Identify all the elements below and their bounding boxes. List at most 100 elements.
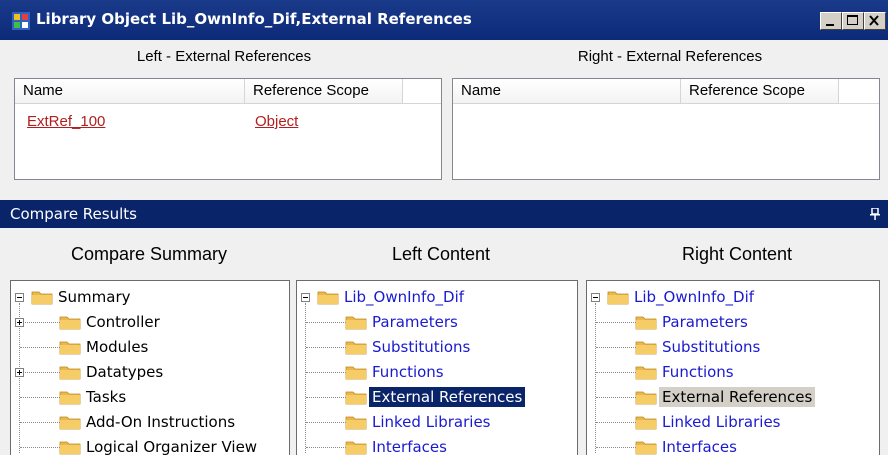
left-col-name[interactable]: Name bbox=[15, 79, 245, 103]
tree-connector bbox=[306, 447, 350, 449]
folder-icon bbox=[345, 341, 367, 355]
panel-separator bbox=[0, 180, 888, 198]
folder-icon bbox=[635, 316, 657, 330]
tree-connector bbox=[20, 397, 64, 399]
right-col-scope[interactable]: Reference Scope bbox=[681, 79, 839, 103]
folder-icon bbox=[345, 316, 367, 330]
tree-item-label: Controller bbox=[86, 313, 160, 331]
tree-connector bbox=[306, 372, 350, 374]
tree-item[interactable]: Functions bbox=[659, 360, 737, 384]
tree-item-label: Tasks bbox=[86, 388, 127, 406]
collapse-icon[interactable] bbox=[15, 293, 24, 302]
left-row-name[interactable]: ExtRef_100 bbox=[27, 113, 105, 130]
window-title: Library Object Lib_OwnInfo_Dif,External … bbox=[36, 10, 472, 28]
folder-icon bbox=[317, 291, 339, 305]
close-button[interactable] bbox=[864, 12, 886, 30]
tree-connector bbox=[20, 322, 64, 324]
tree-item[interactable]: Linked Libraries bbox=[369, 410, 493, 434]
compare-summary-heading: Compare Summary bbox=[70, 244, 228, 264]
expand-icon[interactable] bbox=[15, 368, 24, 377]
tree-connector bbox=[20, 347, 64, 349]
close-icon bbox=[869, 15, 879, 26]
folder-icon bbox=[59, 341, 81, 355]
pin-icon[interactable] bbox=[870, 208, 880, 220]
tree-item[interactable]: Datatypes bbox=[83, 360, 166, 384]
right-content-tree[interactable]: Lib_OwnInfo_Dif Parameters Substitutions Fu… bbox=[586, 280, 880, 455]
left-content-tree[interactable]: Lib_OwnInfo_Dif Parameters Substitutions Fu… bbox=[296, 280, 578, 455]
tree-item[interactable]: Linked Libraries bbox=[659, 410, 783, 434]
tree-item-label: Parameters bbox=[372, 313, 458, 331]
tree-item[interactable]: Interfaces bbox=[659, 435, 740, 455]
tree-item-label: Linked Libraries bbox=[662, 413, 781, 431]
folder-icon bbox=[59, 441, 81, 455]
tree-connector bbox=[20, 372, 64, 374]
tree-item[interactable]: External References bbox=[369, 385, 526, 409]
left-pane-caption: Left - External References bbox=[136, 48, 312, 65]
tree-item[interactable]: External References bbox=[659, 385, 816, 409]
collapse-icon[interactable] bbox=[591, 293, 600, 302]
tree-item[interactable]: Parameters bbox=[659, 310, 751, 334]
app-icon bbox=[12, 12, 30, 30]
tree-root-label: Lib_OwnInfo_Dif bbox=[634, 288, 755, 306]
tree-item[interactable]: Modules bbox=[83, 335, 151, 359]
tree-item[interactable]: Controller bbox=[83, 310, 163, 334]
tree-item-label: Functions bbox=[372, 363, 444, 381]
tree-item-label: Substitutions bbox=[662, 338, 761, 356]
tree-item[interactable]: Add-On Instructions bbox=[83, 410, 238, 434]
tree-root-node[interactable]: Lib_OwnInfo_Dif bbox=[631, 285, 757, 309]
tree-connector bbox=[306, 322, 350, 324]
folder-icon bbox=[59, 416, 81, 430]
folder-icon bbox=[59, 316, 81, 330]
tree-item-label: Modules bbox=[86, 338, 149, 356]
left-content-heading: Left Content bbox=[391, 244, 491, 264]
tree-item-label: Interfaces bbox=[372, 438, 447, 455]
minimize-button[interactable] bbox=[820, 12, 842, 30]
tree-root-label: Lib_OwnInfo_Dif bbox=[344, 288, 465, 306]
tree-item[interactable]: Tasks bbox=[83, 385, 129, 409]
folder-icon bbox=[59, 366, 81, 380]
folder-icon bbox=[345, 391, 367, 405]
tree-item-label: External References bbox=[659, 387, 816, 407]
tree-root-node[interactable]: Summary bbox=[55, 285, 134, 309]
right-pane-caption: Right - External References bbox=[577, 48, 763, 65]
collapse-icon[interactable] bbox=[301, 293, 310, 302]
tree-connector bbox=[596, 397, 640, 399]
left-references-list[interactable]: Name Reference Scope ExtRef_100 Object bbox=[14, 78, 442, 180]
right-references-list[interactable]: Name Reference Scope bbox=[452, 78, 880, 180]
maximize-button[interactable] bbox=[842, 12, 864, 30]
tree-root-node[interactable]: Lib_OwnInfo_Dif bbox=[341, 285, 467, 309]
tree-item-label: Parameters bbox=[662, 313, 748, 331]
tree-item[interactable]: Interfaces bbox=[369, 435, 450, 455]
tree-connector bbox=[306, 347, 350, 349]
tree-item[interactable]: Functions bbox=[369, 360, 447, 384]
left-col-scope[interactable]: Reference Scope bbox=[245, 79, 403, 103]
folder-icon bbox=[635, 441, 657, 455]
left-list-header: Name Reference Scope bbox=[15, 79, 441, 104]
folder-icon bbox=[635, 416, 657, 430]
compare-results-bar: Compare Results bbox=[0, 200, 888, 228]
tree-item-label: Functions bbox=[662, 363, 734, 381]
tree-item[interactable]: Parameters bbox=[369, 310, 461, 334]
tree-item[interactable]: Substitutions bbox=[659, 335, 763, 359]
tree-connector bbox=[305, 303, 307, 453]
tree-connector bbox=[595, 303, 597, 453]
tree-connector bbox=[596, 347, 640, 349]
title-bar[interactable]: Library Object Lib_OwnInfo_Dif,External … bbox=[0, 0, 888, 40]
tree-connector bbox=[596, 447, 640, 449]
tree-connector bbox=[306, 422, 350, 424]
folder-icon bbox=[635, 366, 657, 380]
folder-icon bbox=[345, 416, 367, 430]
folder-icon bbox=[635, 341, 657, 355]
left-row-scope[interactable]: Object bbox=[255, 113, 298, 130]
tree-item-label: Datatypes bbox=[86, 363, 164, 381]
maximize-icon bbox=[847, 15, 858, 25]
tree-connector bbox=[20, 422, 64, 424]
right-col-name[interactable]: Name bbox=[453, 79, 681, 103]
tree-item-label: Logical Organizer View bbox=[86, 438, 258, 455]
tree-item[interactable]: Substitutions bbox=[369, 335, 473, 359]
tree-item-label: Add-On Instructions bbox=[86, 413, 236, 431]
tree-item[interactable]: Logical Organizer View bbox=[83, 435, 260, 455]
tree-connector bbox=[20, 447, 64, 449]
expand-icon[interactable] bbox=[15, 318, 24, 327]
compare-summary-tree[interactable]: Summary Controller Modules Datatypes Tasks Ad… bbox=[10, 280, 290, 455]
